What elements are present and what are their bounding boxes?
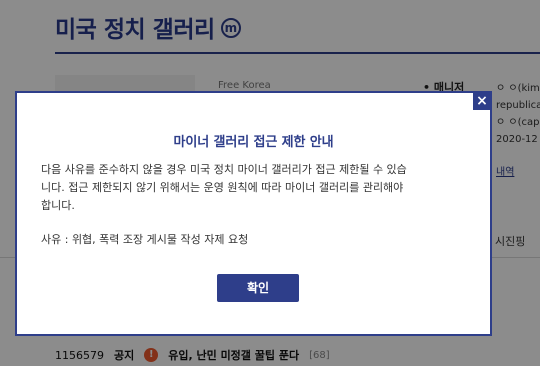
modal-body-line: 니다. 접근 제한되지 않기 위해서는 운영 원칙에 따라 마이너 갤러리를 관…: [41, 181, 404, 194]
modal-title: 마이너 갤러리 접근 제한 안내: [173, 135, 334, 150]
close-icon: ×: [476, 93, 488, 109]
modal-body: 다음 사유를 준수하지 않을 경우 미국 정치 마이너 갤러리가 접근 제한될 …: [41, 161, 461, 215]
access-restriction-modal: × 마이너 갤러리 접근 제한 안내 다음 사유를 준수하지 않을 경우 미국 …: [15, 91, 492, 336]
modal-body-line: 다음 사유를 준수하지 않을 경우 미국 정치 마이너 갤러리가 접근 제한될 …: [41, 163, 407, 176]
close-button[interactable]: ×: [473, 92, 491, 110]
restriction-reason: 사유 : 위협, 폭력 조장 게시물 작성 자제 요청: [41, 233, 249, 246]
page: 미국 정치 갤러리 m Free Korea • 매니저 ㅇ ㅇ(kim rep…: [0, 0, 540, 366]
modal-body-line: 합니다.: [41, 199, 75, 212]
confirm-button[interactable]: 확인: [217, 274, 299, 302]
